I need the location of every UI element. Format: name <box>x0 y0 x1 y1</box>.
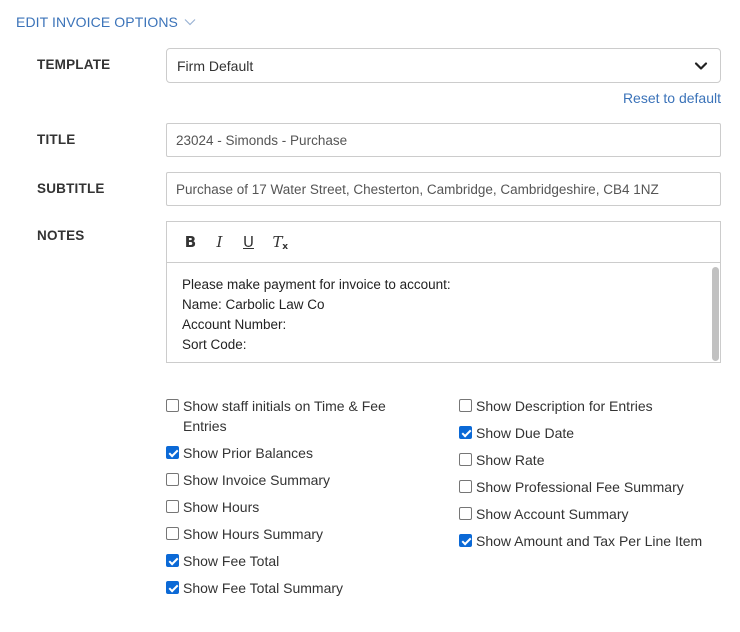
notes-line: Name: Carbolic Law Co <box>182 297 325 312</box>
option-label: Show Due Date <box>476 425 575 441</box>
chevron-down-icon <box>184 19 196 26</box>
template-select[interactable]: Firm Default <box>166 48 721 83</box>
checkbox[interactable] <box>166 446 179 459</box>
title-input[interactable] <box>166 123 721 157</box>
notes-content[interactable]: Please make payment for invoice to accou… <box>167 264 720 362</box>
option-label: Show Professional Fee Summary <box>476 479 684 495</box>
italic-button[interactable]: I <box>208 231 231 254</box>
option-show-fee-total-summary[interactable]: Show Fee Total Summary <box>166 578 416 605</box>
checkbox[interactable] <box>459 534 472 547</box>
clear-formatting-icon: T <box>272 233 283 251</box>
option-label: Show Amount and Tax Per Line Item <box>476 533 703 549</box>
option-label: Show staff initials on Time & Fee Entrie… <box>183 398 386 434</box>
option-label: Show Prior Balances <box>183 445 313 461</box>
checkbox[interactable] <box>166 581 179 594</box>
option-label: Show Description for Entries <box>476 398 653 414</box>
option-show-prior-balances[interactable]: Show Prior Balances <box>166 443 416 470</box>
checkbox[interactable] <box>166 500 179 513</box>
clear-formatting-button[interactable]: T x <box>266 231 289 254</box>
subtitle-label: SUBTITLE <box>37 181 105 196</box>
option-show-rate[interactable]: Show Rate <box>459 450 729 477</box>
option-show-staff-initials[interactable]: Show staff initials on Time & Fee Entrie… <box>166 396 416 443</box>
option-label: Show Fee Total <box>183 553 280 569</box>
checkbox[interactable] <box>459 480 472 493</box>
underline-button[interactable]: U <box>237 231 260 254</box>
option-label: Show Rate <box>476 452 545 468</box>
edit-invoice-options-toggle[interactable]: EDIT INVOICE OPTIONS <box>16 14 196 30</box>
option-show-fee-total[interactable]: Show Fee Total <box>166 551 416 578</box>
notes-line: Please make payment for invoice to accou… <box>182 277 451 292</box>
notes-editor: B I U T x Please make payment for invoic… <box>166 221 721 363</box>
option-show-hours-summary[interactable]: Show Hours Summary <box>166 524 416 551</box>
option-show-amount-and-tax-per-line-item[interactable]: Show Amount and Tax Per Line Item <box>459 531 729 558</box>
subtitle-input[interactable] <box>166 172 721 206</box>
option-label: Show Invoice Summary <box>183 472 331 488</box>
option-show-due-date[interactable]: Show Due Date <box>459 423 729 450</box>
caret-down-icon <box>694 62 708 70</box>
checkbox[interactable] <box>459 426 472 439</box>
notes-toolbar: B I U T x <box>167 222 720 263</box>
reset-to-default-link[interactable]: Reset to default <box>623 90 721 106</box>
template-label: TEMPLATE <box>37 57 111 72</box>
notes-line: Sort Code: <box>182 337 247 352</box>
option-show-professional-fee-summary[interactable]: Show Professional Fee Summary <box>459 477 729 504</box>
notes-label: NOTES <box>37 228 85 243</box>
checkbox[interactable] <box>459 399 472 412</box>
option-show-description-for-entries[interactable]: Show Description for Entries <box>459 396 729 423</box>
title-label: TITLE <box>37 132 76 147</box>
checkbox[interactable] <box>166 527 179 540</box>
options-right-column: Show Description for Entries Show Due Da… <box>459 396 729 558</box>
checkbox[interactable] <box>459 507 472 520</box>
options-left-column: Show staff initials on Time & Fee Entrie… <box>166 396 416 605</box>
option-label: Show Hours <box>183 499 260 515</box>
option-show-invoice-summary[interactable]: Show Invoice Summary <box>166 470 416 497</box>
checkbox[interactable] <box>166 554 179 567</box>
option-show-account-summary[interactable]: Show Account Summary <box>459 504 729 531</box>
clear-formatting-x: x <box>282 241 288 252</box>
checkbox[interactable] <box>166 473 179 486</box>
section-title: EDIT INVOICE OPTIONS <box>16 14 178 30</box>
option-label: Show Fee Total Summary <box>183 580 344 596</box>
checkbox[interactable] <box>166 399 179 412</box>
bold-button[interactable]: B <box>179 231 202 254</box>
template-selected-value: Firm Default <box>177 57 254 74</box>
option-label: Show Hours Summary <box>183 526 324 542</box>
option-label: Show Account Summary <box>476 506 629 522</box>
notes-scrollbar[interactable] <box>712 267 719 361</box>
checkbox[interactable] <box>459 453 472 466</box>
notes-line: Account Number: <box>182 317 287 332</box>
option-show-hours[interactable]: Show Hours <box>166 497 416 524</box>
